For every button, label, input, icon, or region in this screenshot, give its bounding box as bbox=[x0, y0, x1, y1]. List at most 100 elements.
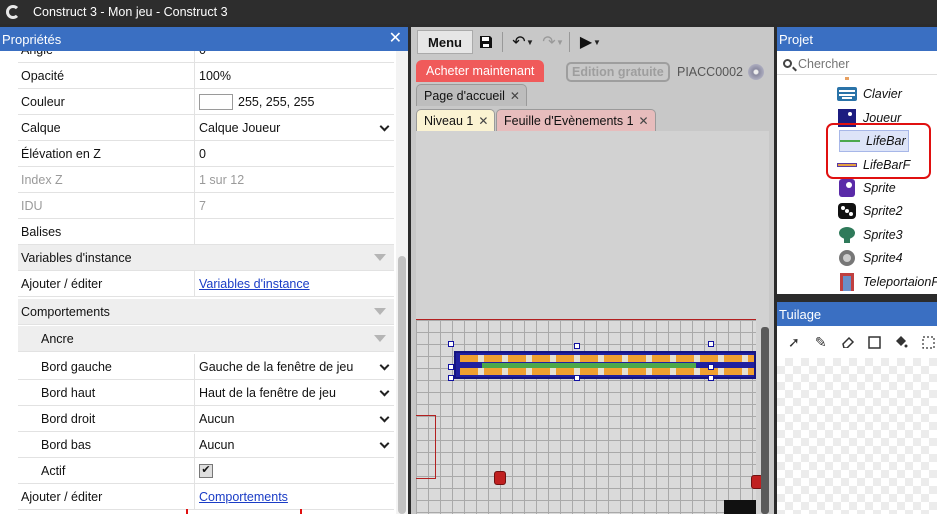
z-index-value: 1 sur 12 bbox=[199, 172, 245, 187]
angle-input[interactable]: 0 bbox=[195, 51, 394, 62]
chevron-down-icon bbox=[379, 438, 390, 449]
project-item-sprite[interactable]: Sprite bbox=[837, 177, 896, 199]
project-item-sprite4[interactable]: Sprite4 bbox=[837, 247, 903, 269]
properties-scrollbar-thumb[interactable] bbox=[398, 256, 406, 514]
z-elevation-input[interactable]: 0 bbox=[195, 141, 394, 166]
instance-variables-link[interactable]: Variables d'instance bbox=[199, 277, 310, 291]
section-instance-variables[interactable]: Variables d'instance bbox=[18, 245, 394, 271]
canvas-scrollbar[interactable] bbox=[761, 327, 769, 514]
menu-button[interactable]: Menu bbox=[417, 30, 473, 54]
behaviors-link[interactable]: Comportements bbox=[199, 490, 288, 504]
door-sprite-icon bbox=[837, 273, 857, 291]
tab-level-1[interactable]: Niveau 1 ✕ bbox=[416, 109, 496, 131]
resize-handle[interactable] bbox=[708, 375, 714, 381]
prop-row-layer: Calque Calque Joueur bbox=[18, 115, 394, 141]
right-edge-value: Aucun bbox=[199, 411, 235, 426]
collapse-triangle-icon[interactable] bbox=[374, 335, 386, 342]
dice-sprite-instance[interactable] bbox=[724, 500, 756, 514]
opacity-input[interactable]: 100% bbox=[195, 63, 394, 88]
layout-canvas[interactable] bbox=[416, 131, 769, 514]
project-item-lifebar[interactable]: LifeBar bbox=[839, 130, 909, 152]
section-behaviors[interactable]: Comportements bbox=[18, 299, 394, 325]
buy-now-button[interactable]: Acheter maintenant bbox=[416, 60, 545, 82]
properties-panel: Propriétés ✕ Angle 0 Opacité 100% Couleu… bbox=[0, 27, 408, 514]
project-item-label: Joueur bbox=[863, 111, 902, 125]
fill-bucket-icon[interactable] bbox=[892, 333, 910, 351]
green-sprite-icon bbox=[837, 226, 857, 244]
prop-row-left-edge: Bord gauche Gauche de la fenêtre de jeu bbox=[18, 354, 394, 380]
prop-label: Index Z bbox=[18, 167, 195, 192]
lifebar-frame-icon bbox=[837, 156, 857, 174]
bottom-edge-select[interactable]: Aucun bbox=[195, 432, 394, 457]
player-sprite-icon bbox=[837, 109, 857, 127]
rectangle-icon[interactable] bbox=[865, 333, 883, 351]
collapse-triangle-icon[interactable] bbox=[374, 254, 386, 261]
lifebar-frame-segment bbox=[460, 355, 754, 362]
properties-body: Angle 0 Opacité 100% Couleur 255, 255, 2… bbox=[0, 51, 408, 514]
right-edge-select[interactable]: Aucun bbox=[195, 406, 394, 431]
close-icon[interactable]: ✕ bbox=[389, 31, 402, 47]
chevron-down-icon[interactable]: ▼ bbox=[593, 38, 603, 47]
select-arrow-icon[interactable]: ➚ bbox=[785, 333, 803, 351]
chevron-down-icon[interactable]: ▼ bbox=[556, 38, 566, 47]
section-anchor[interactable]: Ancre bbox=[18, 326, 394, 352]
collapse-triangle-icon[interactable] bbox=[374, 308, 386, 315]
resize-handle[interactable] bbox=[708, 341, 714, 347]
close-icon[interactable]: ✕ bbox=[478, 114, 488, 128]
project-item-sprite2[interactable]: Sprite2 bbox=[837, 200, 903, 222]
resize-handle[interactable] bbox=[448, 375, 454, 381]
project-item-label: Sprite bbox=[863, 181, 896, 195]
instance-vars-cell: Variables d'instance bbox=[195, 271, 394, 296]
tab-event-sheet-1[interactable]: Feuille d'Evènements 1 ✕ bbox=[496, 109, 656, 131]
resize-handle[interactable] bbox=[574, 375, 580, 381]
layout-boundary bbox=[416, 415, 436, 479]
tilemap-header: Tuilage bbox=[777, 302, 937, 326]
free-edition-badge[interactable]: Edition gratuite bbox=[566, 62, 670, 82]
resize-handle[interactable] bbox=[574, 343, 580, 349]
project-item-sprite3[interactable]: Sprite3 bbox=[837, 224, 903, 246]
prop-row-tags: Balises bbox=[18, 219, 394, 245]
close-icon[interactable]: ✕ bbox=[639, 114, 649, 128]
color-swatch[interactable] bbox=[199, 93, 233, 110]
project-item-lifebarf[interactable]: LifeBarF bbox=[837, 154, 910, 176]
color-value: 255, 255, 255 bbox=[238, 94, 315, 109]
floppy-disk-icon[interactable] bbox=[473, 30, 499, 54]
tab-label: Feuille d'Evènements 1 bbox=[504, 113, 634, 128]
project-item-clavier[interactable]: Clavier bbox=[837, 83, 902, 105]
resize-handle[interactable] bbox=[448, 364, 454, 370]
chevron-down-icon[interactable]: ▼ bbox=[526, 38, 536, 47]
prop-label: Angle bbox=[18, 51, 195, 62]
prop-label: Opacité bbox=[18, 63, 195, 88]
tags-input[interactable] bbox=[195, 219, 394, 244]
project-search bbox=[777, 53, 937, 75]
prop-row-opacity: Opacité 100% bbox=[18, 63, 394, 89]
gear-sprite-icon bbox=[837, 249, 857, 267]
search-input[interactable] bbox=[798, 56, 928, 71]
project-item-teleportaionf[interactable]: TeleportaionF bbox=[837, 271, 937, 293]
resize-handle[interactable] bbox=[708, 364, 714, 370]
prop-label: Couleur bbox=[18, 89, 195, 114]
color-field[interactable]: 255, 255, 255 bbox=[195, 89, 394, 114]
layer-value: Calque Joueur bbox=[199, 120, 281, 135]
eraser-icon[interactable] bbox=[839, 333, 857, 351]
enabled-checkbox[interactable]: ✔ bbox=[199, 463, 213, 478]
resize-handle[interactable] bbox=[448, 341, 454, 347]
left-edge-select[interactable]: Gauche de la fenêtre de jeu bbox=[195, 354, 394, 379]
close-icon[interactable]: ✕ bbox=[510, 89, 520, 103]
top-edge-select[interactable]: Haut de la fenêtre de jeu bbox=[195, 380, 394, 405]
prop-row-uid: IDU 7 bbox=[18, 193, 394, 219]
window-title-bar: Construct 3 - Mon jeu - Construct 3 bbox=[0, 0, 937, 24]
pencil-icon[interactable]: ✎ bbox=[812, 333, 830, 351]
tab-home[interactable]: Page d'accueil ✕ bbox=[416, 84, 527, 106]
sprite-instance[interactable] bbox=[494, 471, 506, 485]
construct-logo-icon bbox=[6, 5, 20, 19]
prop-row-angle: Angle 0 bbox=[18, 51, 394, 63]
dice-sprite-icon bbox=[837, 202, 857, 220]
marquee-select-icon[interactable] bbox=[919, 333, 937, 351]
tileset-preview[interactable] bbox=[777, 358, 937, 514]
prop-row-z-index: Index Z 1 sur 12 bbox=[18, 167, 394, 193]
prop-label: Bord bas bbox=[18, 432, 195, 457]
layer-select[interactable]: Calque Joueur bbox=[195, 115, 394, 140]
disc-icon[interactable] bbox=[748, 64, 764, 80]
project-item-joueur[interactable]: Joueur bbox=[837, 107, 901, 129]
